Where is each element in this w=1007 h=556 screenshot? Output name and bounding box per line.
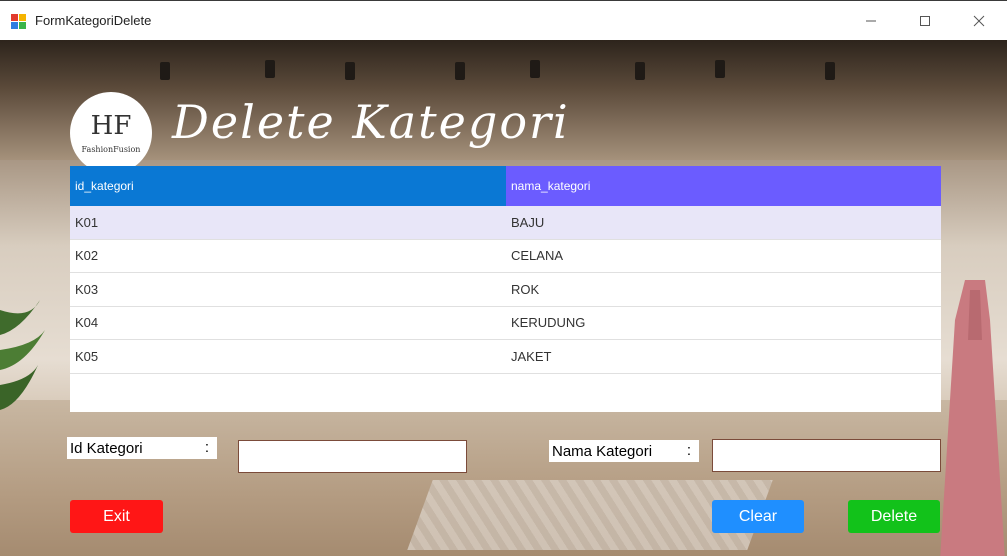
- title-bar: FormKategoriDelete: [0, 0, 1007, 40]
- logo-text: FashionFusion: [81, 144, 141, 154]
- page-title: Delete Kategori: [172, 95, 570, 149]
- cell-id-kategori[interactable]: K03: [70, 273, 506, 306]
- ceiling-light-icon: [160, 62, 170, 80]
- close-button[interactable]: [956, 1, 1002, 41]
- ceiling-light-icon: [825, 62, 835, 80]
- nama-kategori-colon: :: [686, 442, 691, 459]
- grid-header: id_kategori nama_kategori: [70, 166, 941, 206]
- table-row-new[interactable]: [70, 374, 941, 408]
- cell-id-kategori-new[interactable]: [70, 374, 506, 408]
- minimize-button[interactable]: [848, 1, 894, 41]
- cell-nama-kategori[interactable]: BAJU: [506, 206, 941, 239]
- logo-mark: HF: [90, 110, 132, 141]
- column-header-nama-kategori[interactable]: nama_kategori: [506, 166, 941, 206]
- delete-button[interactable]: Delete: [848, 500, 940, 533]
- id-kategori-label: Id Kategori :: [67, 437, 217, 459]
- nama-kategori-label: Nama Kategori :: [549, 440, 699, 462]
- form-client-area: HF FashionFusion Delete Kategori id_kate…: [0, 40, 1007, 556]
- dress-mannequin-icon: [940, 280, 1005, 556]
- cell-nama-kategori[interactable]: ROK: [506, 273, 941, 306]
- maximize-button[interactable]: [902, 1, 948, 41]
- table-row[interactable]: K05 JAKET: [70, 340, 941, 374]
- ceiling-light-icon: [345, 62, 355, 80]
- plant-icon: [0, 300, 45, 410]
- app-icon: [11, 14, 27, 30]
- id-kategori-colon: :: [204, 439, 209, 456]
- cell-id-kategori[interactable]: K05: [70, 340, 506, 373]
- window-title: FormKategoriDelete: [35, 13, 152, 28]
- nama-kategori-label-text: Nama Kategori: [552, 442, 653, 460]
- maximize-icon: [920, 16, 930, 26]
- id-kategori-input[interactable]: [238, 440, 467, 473]
- minimize-icon: [866, 20, 876, 22]
- ceiling-light-icon: [530, 60, 540, 78]
- cell-nama-kategori[interactable]: CELANA: [506, 240, 941, 273]
- close-icon: [973, 15, 985, 27]
- kategori-data-grid[interactable]: id_kategori nama_kategori K01 BAJU K02 C…: [70, 166, 941, 412]
- nama-kategori-input[interactable]: [712, 439, 941, 472]
- table-row[interactable]: K02 CELANA: [70, 240, 941, 273]
- ceiling-light-icon: [635, 62, 645, 80]
- id-kategori-label-text: Id Kategori: [70, 439, 143, 457]
- cell-id-kategori[interactable]: K04: [70, 307, 506, 340]
- ceiling-light-icon: [265, 60, 275, 78]
- cell-nama-kategori[interactable]: JAKET: [506, 340, 941, 373]
- cell-nama-kategori-new[interactable]: [506, 374, 941, 408]
- cell-id-kategori[interactable]: K02: [70, 240, 506, 273]
- table-row[interactable]: K01 BAJU: [70, 206, 941, 240]
- ceiling-light-icon: [715, 60, 725, 78]
- exit-button[interactable]: Exit: [70, 500, 163, 533]
- clear-button[interactable]: Clear: [712, 500, 804, 533]
- brand-logo: HF FashionFusion: [70, 92, 152, 174]
- ceiling-light-icon: [455, 62, 465, 80]
- table-row[interactable]: K04 KERUDUNG: [70, 307, 941, 340]
- column-header-id-kategori[interactable]: id_kategori: [70, 166, 506, 206]
- table-row[interactable]: K03 ROK: [70, 273, 941, 307]
- cell-nama-kategori[interactable]: KERUDUNG: [506, 307, 941, 340]
- cell-id-kategori[interactable]: K01: [70, 206, 506, 239]
